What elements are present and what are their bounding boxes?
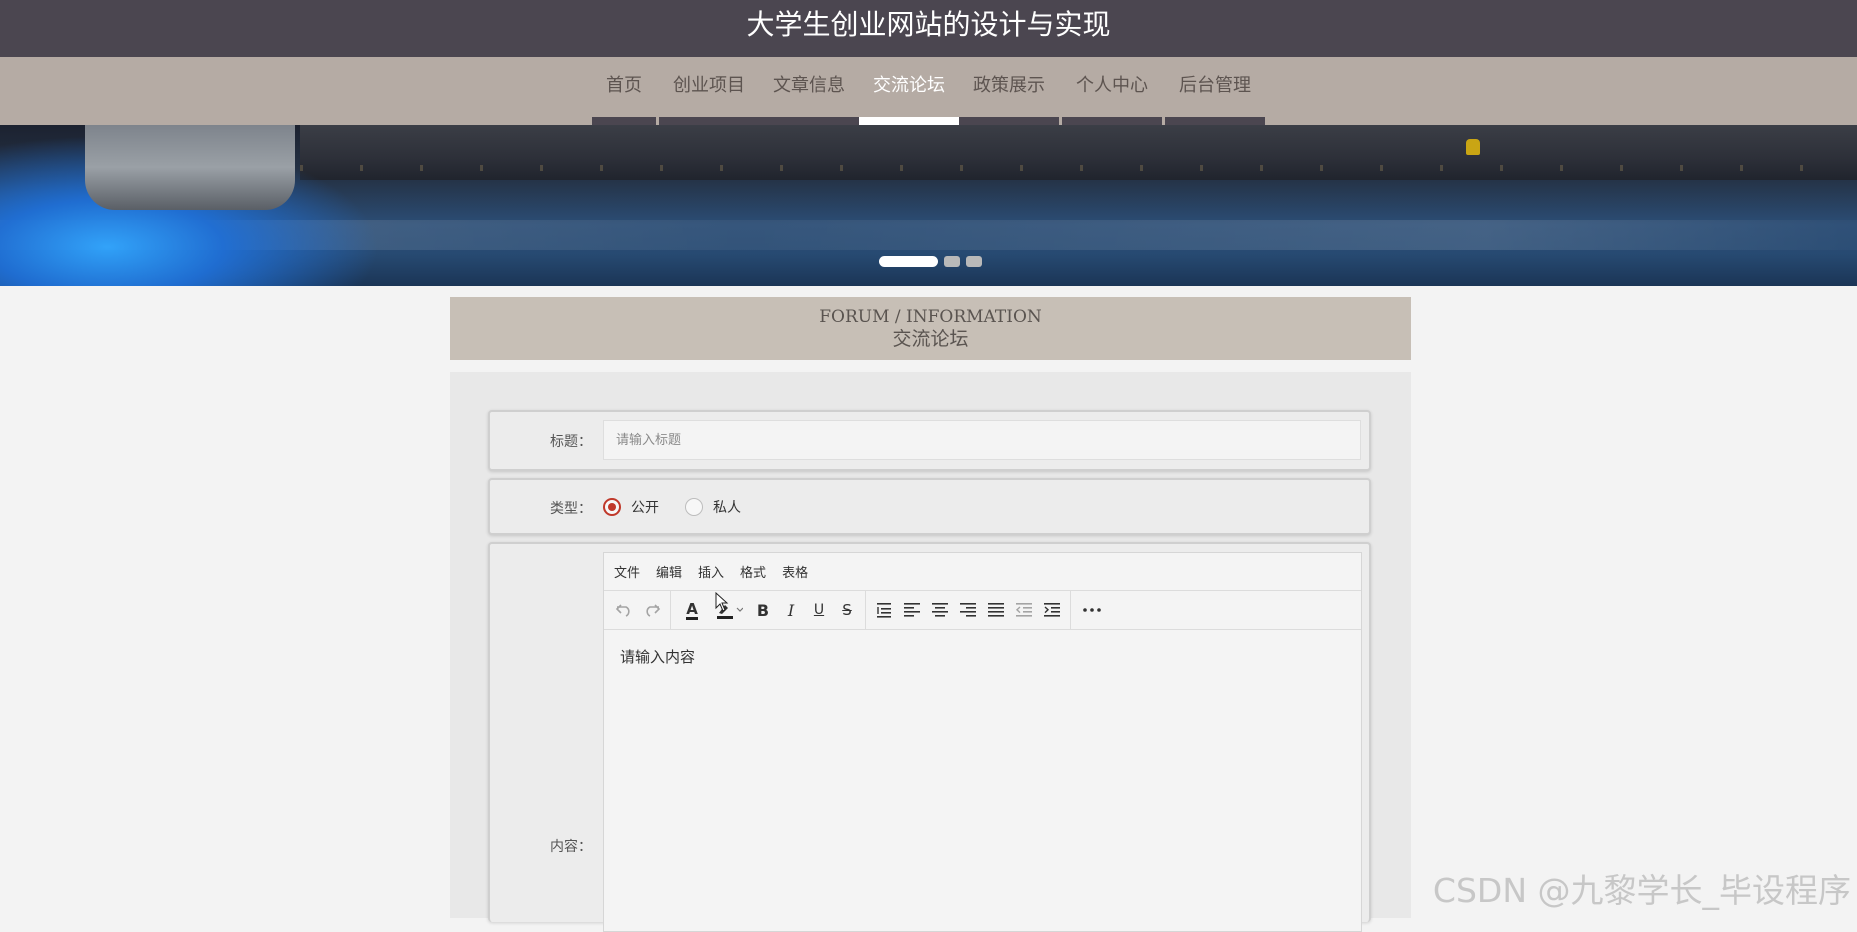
nav-item-articles[interactable]: 文章信息: [759, 57, 859, 125]
site-title: 大学生创业网站的设计与实现: [0, 0, 1857, 57]
align-right-icon[interactable]: [954, 596, 982, 624]
section-header: FORUM / INFORMATION 交流论坛: [450, 297, 1411, 360]
type-label: 类型：: [550, 501, 592, 517]
nav-underline: [959, 117, 1059, 125]
strikethrough-icon[interactable]: S: [833, 596, 861, 624]
outdent-icon[interactable]: [1010, 596, 1038, 624]
text-color-icon[interactable]: A: [675, 596, 709, 624]
carousel-dot-2[interactable]: [944, 256, 960, 267]
italic-glyph: I: [787, 600, 795, 620]
menu-format[interactable]: 格式: [740, 562, 766, 581]
nav-item-label: 交流论坛: [873, 75, 945, 96]
banner-pier: [300, 125, 1857, 180]
nav-item-forum[interactable]: 交流论坛: [859, 57, 959, 125]
toolbar-separator: [670, 591, 671, 629]
main-nav: 首页 创业项目 文章信息 交流论坛 政策展示 个人中心 后台管理: [0, 57, 1857, 125]
nav-item-home[interactable]: 首页: [592, 57, 656, 125]
nav-underline: [1165, 117, 1265, 125]
toolbar-separator: [865, 591, 866, 629]
editor-content[interactable]: 请输入内容: [604, 630, 1361, 931]
nav-item-policies[interactable]: 政策展示: [959, 57, 1059, 125]
forum-post-form: 标题： 类型： 公开 私人 内容： 文件 编辑 插入 格式 表格: [450, 372, 1411, 932]
align-left-icon[interactable]: [898, 596, 926, 624]
italic-icon[interactable]: I: [777, 596, 805, 624]
section-title-cn: 交流论坛: [892, 328, 969, 350]
menu-table[interactable]: 表格: [782, 562, 808, 581]
underline-glyph: U: [813, 602, 825, 618]
nav-item-label: 文章信息: [773, 75, 845, 96]
bold-icon[interactable]: B: [749, 596, 777, 624]
title-input[interactable]: [603, 420, 1361, 460]
banner-pillar: [85, 125, 295, 210]
carousel-dot-1[interactable]: [879, 256, 938, 267]
nav-item-label: 创业项目: [673, 75, 745, 96]
text-color-glyph: A: [686, 599, 698, 620]
nav-item-admin[interactable]: 后台管理: [1165, 57, 1265, 125]
nav-item-label: 政策展示: [973, 75, 1045, 96]
nav-item-label: 个人中心: [1076, 75, 1148, 96]
content-placeholder: 请输入内容: [620, 648, 696, 666]
radio-label: 公开: [631, 500, 659, 516]
title-row: 标题：: [488, 410, 1371, 471]
nav-underline: [1062, 117, 1162, 125]
nav-item-label: 首页: [606, 75, 642, 96]
nav-item-startup-projects[interactable]: 创业项目: [659, 57, 759, 125]
title-label: 标题：: [550, 434, 592, 450]
nav-item-label: 后台管理: [1179, 75, 1251, 96]
nav-underline: [659, 117, 759, 125]
watermark: CSDN @九黎学长_毕设程序: [1432, 871, 1851, 910]
banner-buoy: [1466, 139, 1480, 155]
strike-glyph: S: [842, 601, 852, 619]
align-center-icon[interactable]: [926, 596, 954, 624]
nav-underline: [759, 117, 859, 125]
menu-insert[interactable]: 插入: [698, 562, 724, 581]
mouse-cursor-icon: [715, 592, 729, 612]
menu-edit[interactable]: 编辑: [656, 562, 682, 581]
content-label: 内容：: [550, 839, 592, 855]
underline-icon[interactable]: U: [805, 596, 833, 624]
type-radio-private[interactable]: 私人: [685, 497, 741, 517]
radio-unchecked-icon: [685, 498, 703, 516]
section-title-en: FORUM / INFORMATION: [819, 307, 1042, 327]
bold-glyph: B: [756, 600, 770, 620]
content-row: 内容： 文件 编辑 插入 格式 表格 A B I U S 请输入内容: [488, 542, 1371, 932]
banner-lights: [300, 165, 1857, 171]
editor-menubar: 文件 编辑 插入 格式 表格: [604, 553, 1361, 591]
carousel-dot-3[interactable]: [966, 256, 982, 267]
line-height-icon[interactable]: [870, 596, 898, 624]
carousel-dots: [879, 256, 982, 268]
redo-icon[interactable]: [638, 596, 666, 624]
nav-list: 首页 创业项目 文章信息 交流论坛 政策展示 个人中心 后台管理: [592, 57, 1265, 125]
undo-icon[interactable]: [610, 596, 638, 624]
indent-icon[interactable]: [1038, 596, 1066, 624]
more-icon[interactable]: [1075, 596, 1109, 624]
toolbar-separator: [1070, 591, 1071, 629]
nav-underline-active: [859, 117, 959, 125]
menu-file[interactable]: 文件: [614, 562, 640, 581]
nav-item-personal-center[interactable]: 个人中心: [1062, 57, 1162, 125]
radio-label: 私人: [713, 500, 741, 516]
type-row: 类型： 公开 私人: [488, 478, 1371, 535]
nav-underline: [592, 117, 656, 125]
radio-checked-icon: [603, 498, 621, 516]
type-radio-public[interactable]: 公开: [603, 497, 659, 517]
align-justify-icon[interactable]: [982, 596, 1010, 624]
